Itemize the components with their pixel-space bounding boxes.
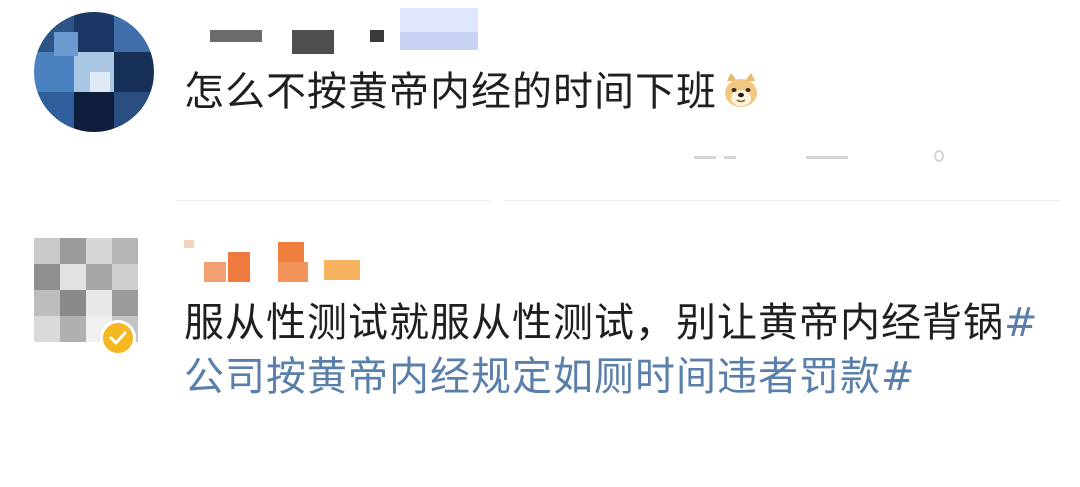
comment-text-content: 服从性测试就服从性测试，别让黄帝内经背锅 [184,300,1004,346]
divider [176,200,490,201]
doge-emoji-icon [721,70,761,107]
comment-text: 怎么不按黄帝内经的时间下班 [184,66,761,118]
divider [504,200,1060,201]
username-obscured[interactable] [184,236,364,282]
avatar[interactable] [34,12,154,132]
verified-badge-icon [100,320,136,356]
comment-text: 服从性测试就服从性测试，别让黄帝内经背锅#公司按黄帝内经规定如厕时间违者罚款# [184,296,1064,404]
comment-text-content: 怎么不按黄帝内经的时间下班 [184,69,717,115]
comment-item: 怎么不按黄帝内经的时间下班 [0,0,1080,200]
comment-meta-obscured [694,150,974,162]
username-obscured[interactable] [184,8,484,54]
